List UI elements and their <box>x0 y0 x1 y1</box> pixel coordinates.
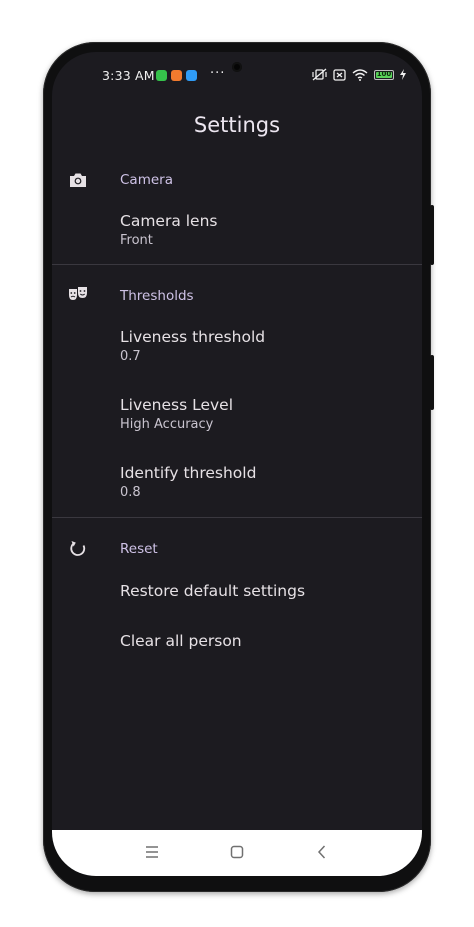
pref-clear-all-person[interactable]: Clear all person <box>52 620 422 664</box>
menu-icon[interactable] <box>142 842 162 862</box>
volume-button <box>430 355 434 410</box>
pref-title: Liveness Level <box>120 396 234 414</box>
pref-summary: High Accuracy <box>120 417 214 432</box>
pref-camera-lens[interactable]: Camera lens Front <box>52 202 422 262</box>
status-bar: 3:33 AM ··· 100 <box>52 62 422 86</box>
pref-summary: Front <box>120 233 153 248</box>
section-header-reset: Reset <box>120 541 158 557</box>
camera-icon <box>70 173 86 187</box>
back-icon[interactable] <box>312 842 332 862</box>
pref-title: Clear all person <box>120 632 242 650</box>
pref-title: Identify threshold <box>120 464 257 482</box>
status-time: 3:33 AM <box>102 68 155 83</box>
pref-title: Restore default settings <box>120 582 306 600</box>
pref-title: Liveness threshold <box>120 328 266 346</box>
status-icons: 100 <box>312 68 406 81</box>
section-header-thresholds: Thresholds <box>120 288 194 304</box>
home-icon[interactable] <box>227 842 247 862</box>
pref-liveness-level[interactable]: Liveness Level High Accuracy <box>52 387 422 451</box>
section-divider <box>52 264 422 265</box>
vibrate-off-icon <box>312 68 327 81</box>
pref-summary: 0.7 <box>120 349 141 364</box>
charging-icon <box>400 69 406 80</box>
restore-icon <box>70 541 86 556</box>
notification-icons <box>156 70 197 81</box>
section-divider <box>52 517 422 518</box>
pref-liveness-threshold[interactable]: Liveness threshold 0.7 <box>52 318 422 382</box>
pref-identify-threshold[interactable]: Identify threshold 0.8 <box>52 455 422 519</box>
front-camera-cutout <box>232 62 242 72</box>
page-title: Settings <box>193 113 281 137</box>
pref-title: Camera lens <box>120 212 218 230</box>
pref-restore-default-settings[interactable]: Restore default settings <box>52 570 422 614</box>
power-button <box>430 205 434 265</box>
battery-icon: 100 <box>374 69 394 80</box>
theater-masks-icon <box>69 287 87 300</box>
pref-summary: 0.8 <box>120 485 141 500</box>
notification-app-icon <box>186 70 197 81</box>
section-header-camera: Camera <box>120 172 173 188</box>
sim-off-icon <box>333 68 346 81</box>
navigation-bar <box>52 830 422 876</box>
wifi-icon <box>352 68 368 81</box>
more-notifications-icon: ··· <box>210 66 226 81</box>
notification-app-icon <box>171 70 182 81</box>
notification-app-icon <box>156 70 167 81</box>
battery-percent: 100 <box>376 69 392 78</box>
phone-screen: 3:33 AM ··· 100 Settings Camera Camera l… <box>52 52 422 876</box>
